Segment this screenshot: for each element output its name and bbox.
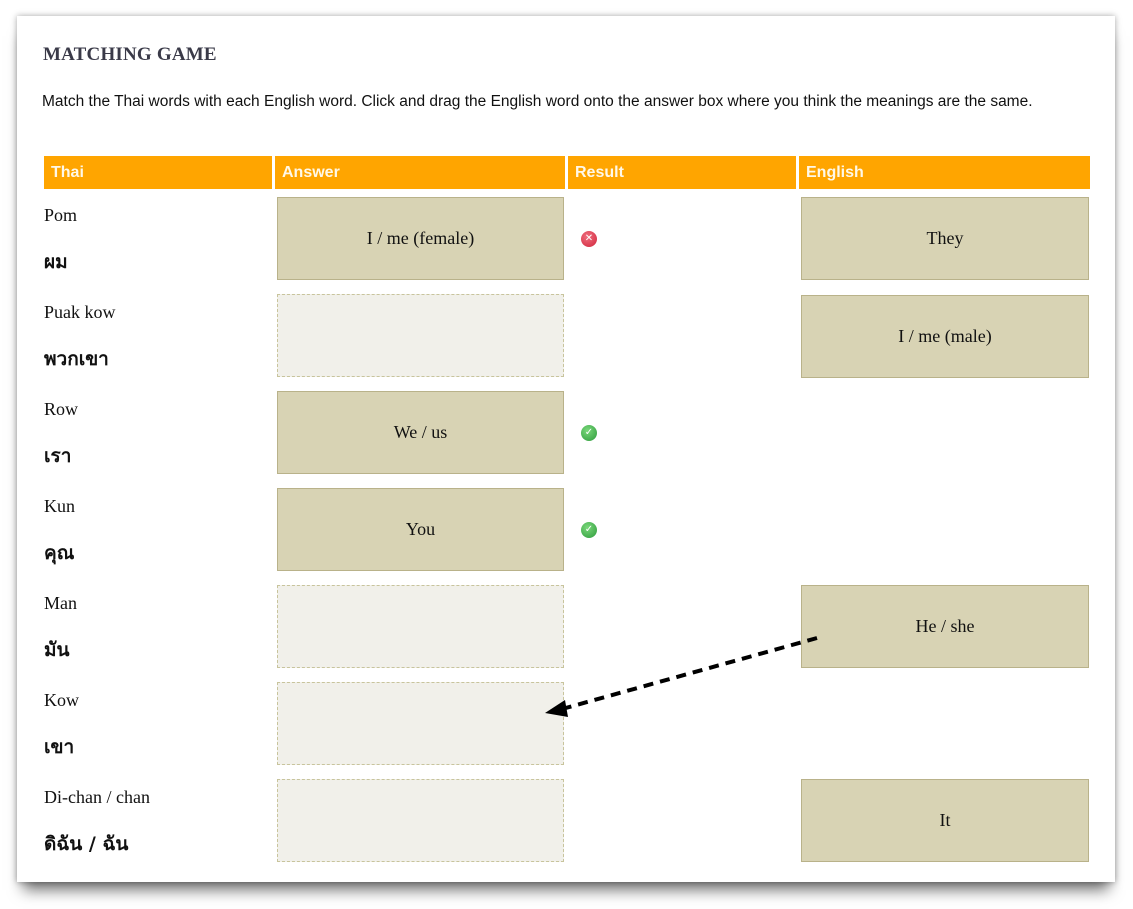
thai-script: คุณ: [44, 542, 75, 564]
thai-romanization: Kun: [44, 496, 75, 516]
instructions: Match the Thai words with each English w…: [42, 93, 1033, 110]
check-circle-icon: ✓: [581, 522, 597, 538]
header-thai: Thai: [44, 156, 272, 189]
thai-script: เรา: [44, 445, 72, 467]
answer-drop-box[interactable]: I / me (female): [277, 197, 564, 280]
x-circle-icon: ✕: [581, 231, 597, 247]
answer-drop-box[interactable]: You: [277, 488, 564, 571]
page-title: MATCHING GAME: [43, 44, 217, 65]
thai-romanization: Puak kow: [44, 302, 116, 322]
header-english: English: [799, 156, 1090, 189]
table-row: Row เรา We / us ✓: [17, 391, 1115, 488]
header-answer: Answer: [275, 156, 565, 189]
check-circle-icon: ✓: [581, 425, 597, 441]
english-word-tile[interactable]: They: [801, 197, 1089, 280]
thai-romanization: Row: [44, 399, 79, 419]
english-word-tile[interactable]: I / me (male): [801, 295, 1089, 378]
answer-drop-box[interactable]: We / us: [277, 391, 564, 474]
thai-script: ผม: [44, 251, 68, 273]
thai-romanization: Di-chan / chan: [44, 787, 150, 807]
table-row: Kun คุณ You ✓: [17, 488, 1115, 585]
thai-script: มัน: [44, 639, 70, 661]
thai-script: พวกเขา: [44, 348, 109, 370]
table-row: Kow เขา: [17, 682, 1115, 779]
english-word-tile[interactable]: It: [801, 779, 1089, 862]
header-result: Result: [568, 156, 796, 189]
english-word-tile[interactable]: He / she: [801, 585, 1089, 668]
thai-romanization: Man: [44, 593, 77, 613]
thai-script: เขา: [44, 736, 75, 758]
answer-drop-box[interactable]: [277, 779, 564, 862]
thai-romanization: Pom: [44, 205, 78, 225]
thai-romanization: Kow: [44, 690, 79, 710]
answer-drop-box[interactable]: [277, 682, 564, 765]
thai-script: ดิฉัน / ฉัน: [44, 833, 129, 855]
answer-drop-box[interactable]: [277, 585, 564, 668]
matching-game-page: MATCHING GAME Match the Thai words with …: [17, 16, 1115, 882]
answer-drop-box[interactable]: [277, 294, 564, 377]
